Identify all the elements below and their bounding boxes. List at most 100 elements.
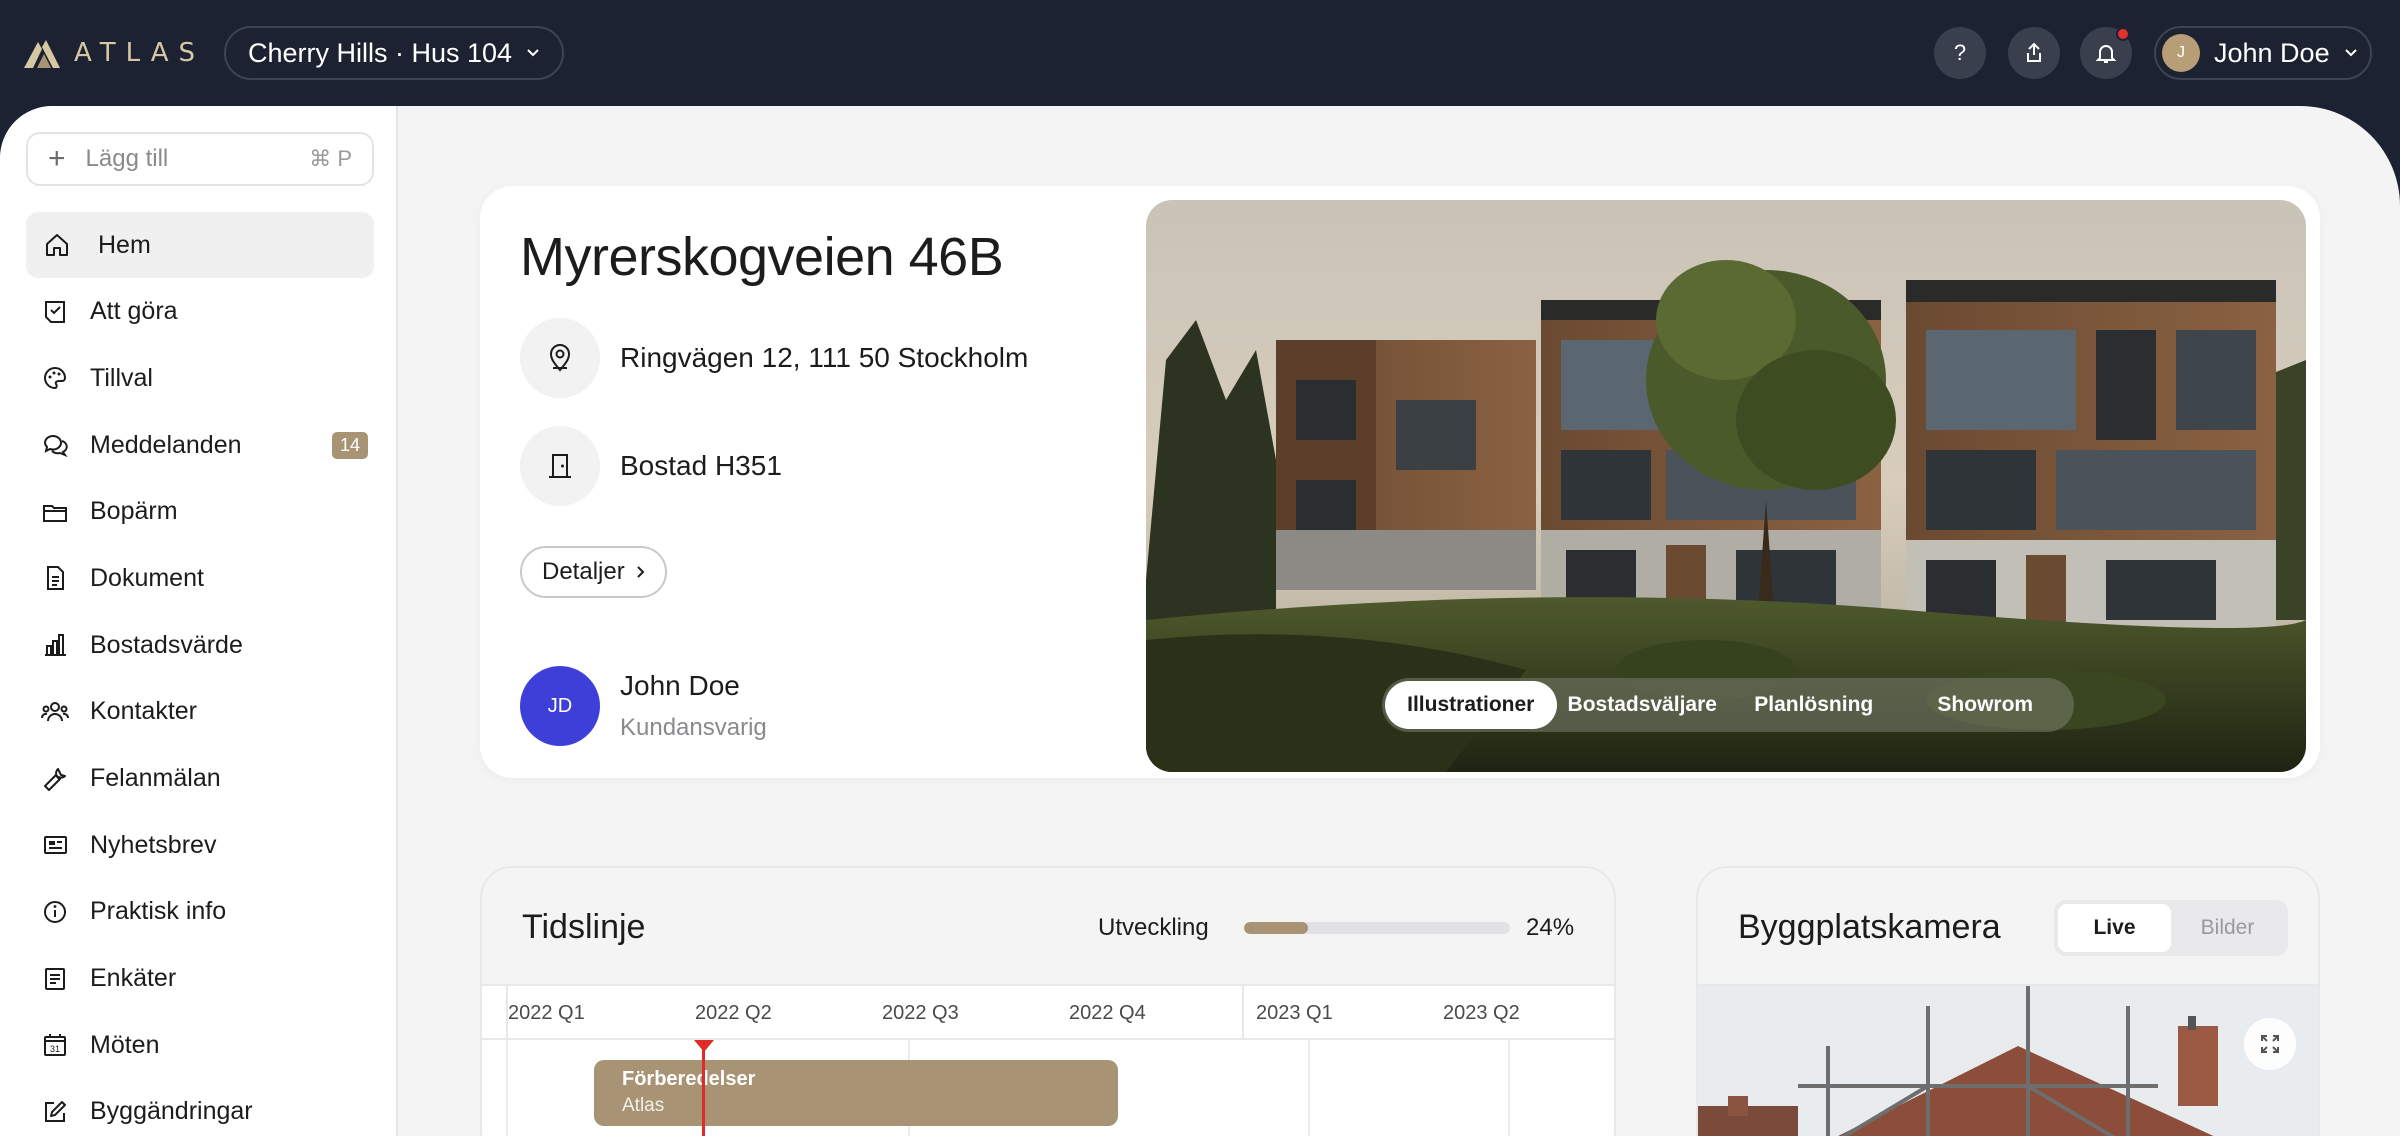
home-icon [42, 230, 72, 260]
year-divider [1242, 986, 1244, 1040]
sidebar-item-boparm[interactable]: Bopärm [26, 479, 374, 545]
chat-icon [40, 430, 70, 460]
today-marker [702, 1040, 705, 1136]
grid-line [506, 1040, 508, 1136]
sidebar-item-byggandringar[interactable]: Byggändringar [26, 1079, 374, 1136]
mode-live[interactable]: Live [2058, 904, 2171, 952]
door-icon [520, 426, 600, 506]
palette-icon [40, 363, 70, 393]
address-text: Ringvägen 12, 111 50 Stockholm [620, 342, 1029, 373]
bell-icon [2095, 45, 2117, 63]
sidebar-item-felanmalan[interactable]: Felanmälan [26, 746, 374, 812]
sidebar-item-label: Byggändringar [90, 1097, 253, 1126]
progress-bar [1244, 922, 1510, 934]
sidebar-item-dokument[interactable]: Dokument [26, 545, 374, 611]
checklist-icon [40, 297, 70, 327]
quarter-label: 2023 Q1 [1256, 1002, 1333, 1024]
camera-title: Byggplatskamera [1738, 908, 2001, 946]
sidebar: + Lägg till ⌘ P Hem Att göra Tillval Med… [0, 106, 398, 1136]
sidebar-item-label: Enkäter [90, 964, 177, 993]
mode-bilder[interactable]: Bilder [2171, 904, 2284, 952]
tab-showrom[interactable]: Showrom [1900, 681, 2072, 729]
tab-planlosning[interactable]: Planlösning [1728, 681, 1900, 729]
help-icon: ? [1953, 40, 1967, 65]
quarter-label: 2022 Q3 [882, 1002, 959, 1024]
avatar: JD [520, 666, 600, 746]
sidebar-item-tillval[interactable]: Tillval [26, 345, 374, 411]
details-button[interactable]: Detaljer [520, 546, 667, 598]
media-tabs: Illustrationer Bostadsväljare Planlösnin… [1382, 678, 2074, 732]
construction-site-image[interactable] [1698, 986, 2320, 1136]
construction-camera-card: Byggplatskamera Live Bilder [1696, 866, 2320, 1136]
sidebar-item-label: Felanmälan [90, 764, 221, 792]
atlas-logo[interactable]: ATLAS [24, 36, 205, 70]
project-name: Cherry Hills · Hus 104 [248, 37, 513, 68]
tab-bostadsvaljare[interactable]: Bostadsväljare [1557, 681, 1729, 729]
sidebar-item-hem[interactable]: Hem [26, 212, 374, 278]
sidebar-item-label: Nyhetsbrev [90, 830, 217, 859]
help-button[interactable]: ? [1934, 27, 1986, 79]
share-icon [2027, 42, 2041, 62]
sidebar-item-label: Att göra [90, 297, 178, 326]
project-selector[interactable]: Cherry Hills · Hus 104 [224, 26, 565, 80]
unit-text: Bostad H351 [620, 450, 782, 481]
folder-icon [40, 497, 70, 527]
notifications-button[interactable] [2080, 27, 2132, 79]
unit-row: Bostad H351 [520, 426, 782, 506]
info-icon [40, 897, 70, 927]
sidebar-item-moten[interactable]: 31 Möten [26, 1012, 374, 1078]
timeline-item-title: Förberedelser [622, 1068, 756, 1090]
main-canvas: + Lägg till ⌘ P Hem Att göra Tillval Med… [0, 106, 2400, 1136]
details-label: Detaljer [542, 558, 625, 585]
today-marker-head [694, 1040, 714, 1052]
sidebar-item-label: Meddelanden [90, 430, 242, 459]
sidebar-nav: Hem Att göra Tillval Meddelanden 14 Bopä… [26, 212, 374, 1136]
quarter-label: 2022 Q1 [508, 1002, 585, 1024]
timeline-grid: Förberedelser Atlas [482, 1040, 1614, 1136]
calendar-day: 31 [50, 1044, 60, 1054]
sidebar-item-kontakter[interactable]: Kontakter [26, 679, 374, 745]
timeline-header: Tidslinje Utveckling 24% [482, 868, 1614, 986]
sidebar-item-label: Möten [90, 1030, 160, 1059]
user-name: John Doe [2214, 37, 2330, 68]
sidebar-item-label: Bostadsvärde [90, 630, 243, 659]
progress-fill [1244, 922, 1308, 934]
calendar-icon: 31 [40, 1030, 70, 1060]
tab-illustrationer[interactable]: Illustrationer [1385, 681, 1557, 729]
sidebar-item-label: Tillval [90, 363, 153, 392]
edit-icon [40, 1097, 70, 1127]
timeline-quarters: 2022 Q1 2022 Q2 2022 Q3 2022 Q4 2023 Q1 … [482, 986, 1614, 1040]
sidebar-item-att-gora[interactable]: Att göra [26, 279, 374, 345]
camera-mode-toggle: Live Bilder [2054, 900, 2288, 956]
expand-button[interactable] [2244, 1018, 2296, 1070]
timeline-card: Tidslinje Utveckling 24% 2022 Q1 2022 Q2… [480, 866, 1616, 1136]
timeline-item-subtitle: Atlas [622, 1095, 665, 1116]
contact-person[interactable]: JD John Doe Kundansvarig [520, 666, 767, 746]
sidebar-item-label: Bopärm [90, 497, 178, 526]
contact-role: Kundansvarig [620, 714, 767, 741]
share-button[interactable] [2008, 27, 2060, 79]
chevron-right-icon [636, 566, 645, 578]
property-title: Myrerskogveien 46B [520, 227, 1004, 287]
progress-label: Utveckling [1098, 914, 1209, 941]
user-menu[interactable]: J John Doe [2154, 26, 2372, 80]
people-icon [40, 697, 70, 727]
sidebar-item-nyhetsbrev[interactable]: Nyhetsbrev [26, 812, 374, 878]
sidebar-item-label: Dokument [90, 563, 204, 592]
top-bar: ATLAS Cherry Hills · Hus 104 ? J John Do… [0, 0, 2400, 106]
grid-line [1308, 1040, 1310, 1136]
form-icon [40, 964, 70, 994]
sidebar-item-praktisk-info[interactable]: Praktisk info [26, 879, 374, 945]
sidebar-item-label: Kontakter [90, 697, 198, 726]
grid-line [1508, 1040, 1510, 1136]
sidebar-item-meddelanden[interactable]: Meddelanden 14 [26, 412, 374, 478]
sidebar-item-bostadsvarde[interactable]: Bostadsvärde [26, 612, 374, 678]
add-button[interactable]: + Lägg till ⌘ P [26, 132, 374, 186]
quarter-label: 2023 Q2 [1443, 1002, 1520, 1024]
timeline-item[interactable]: Förberedelser Atlas [594, 1060, 1118, 1126]
progress-percent: 24% [1526, 914, 1575, 941]
plus-icon: + [48, 142, 66, 175]
address-row: Ringvägen 12, 111 50 Stockholm [520, 318, 1028, 398]
newspaper-icon [40, 830, 70, 860]
sidebar-item-enkater[interactable]: Enkäter [26, 946, 374, 1012]
